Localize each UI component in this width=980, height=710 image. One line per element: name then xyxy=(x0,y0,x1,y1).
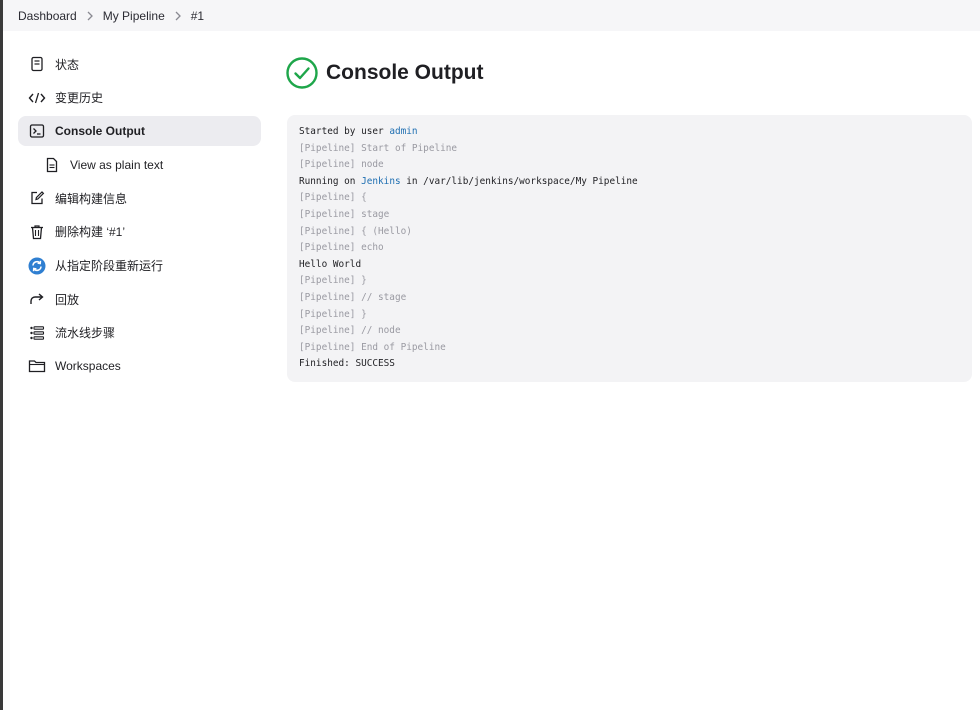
sidebar-item-label: 流水线步骤 xyxy=(55,326,116,341)
console-output: Started by user admin [Pipeline] Start of… xyxy=(287,115,972,382)
console-text: [Pipeline] echo xyxy=(299,242,384,254)
console-text: Running on xyxy=(299,175,362,187)
console-text: [Pipeline] node xyxy=(299,159,384,171)
success-check-icon xyxy=(286,57,318,89)
sidebar-item-console-output[interactable]: Console Output xyxy=(18,116,261,147)
console-text: in /var/lib/jenkins/workspace/My Pipelin… xyxy=(400,175,638,187)
console-text: Finished: SUCCESS xyxy=(299,358,395,370)
console-line: Running on Jenkins in /var/lib/jenkins/w… xyxy=(299,174,960,191)
console-line: Finished: SUCCESS xyxy=(299,356,960,373)
breadcrumb-dashboard[interactable]: Dashboard xyxy=(18,9,77,23)
console-line: [Pipeline] End of Pipeline xyxy=(299,340,960,357)
sidebar-item-status[interactable]: 状态 xyxy=(18,49,261,79)
sidebar-item-workspaces[interactable]: Workspaces xyxy=(18,351,261,381)
sidebar-item-view-plain-text[interactable]: View as plain text xyxy=(18,150,261,180)
console-line: [Pipeline] echo xyxy=(299,240,960,257)
console-line: Hello World xyxy=(299,257,960,274)
sidebar-item-changes[interactable]: 变更历史 xyxy=(18,83,261,113)
console-text: [Pipeline] } xyxy=(299,275,367,287)
sidebar-item-label: 变更历史 xyxy=(55,91,104,106)
sidebar-item-delete-build[interactable]: 删除构建 ‘#1’ xyxy=(18,217,261,247)
sidebar-item-label: View as plain text xyxy=(70,157,164,172)
chevron-right-icon xyxy=(83,9,97,23)
breadcrumb-my-pipeline[interactable]: My Pipeline xyxy=(103,9,165,23)
console-text: Started by user xyxy=(299,126,390,137)
console-line: [Pipeline] } xyxy=(299,307,960,324)
sidebar-item-label: 编辑构建信息 xyxy=(55,191,128,206)
chevron-right-icon xyxy=(171,9,185,23)
sidebar-item-label: 回放 xyxy=(55,292,80,307)
console-text: [Pipeline] End of Pipeline xyxy=(299,341,446,353)
console-text: [Pipeline] // stage xyxy=(299,291,407,303)
console-text: [Pipeline] { xyxy=(299,192,367,204)
sidebar-item-replay[interactable]: 回放 xyxy=(18,284,261,314)
console-line: [Pipeline] Start of Pipeline xyxy=(299,141,960,158)
folder-icon xyxy=(28,357,46,375)
console-line: [Pipeline] { (Hello) xyxy=(299,224,960,241)
replay-icon xyxy=(28,290,46,308)
sidebar-item-label: Workspaces xyxy=(55,359,121,374)
console-line: [Pipeline] { xyxy=(299,190,960,207)
breadcrumb: Dashboard My Pipeline #1 xyxy=(3,0,980,31)
console-text: [Pipeline] // node xyxy=(299,325,401,337)
sidebar: 状态 变更历史 Console Output View as plain tex… xyxy=(18,49,261,385)
page-title: Console Output xyxy=(326,61,484,84)
console-text: [Pipeline] { (Hello) xyxy=(299,225,412,237)
sidebar-item-edit-build-info[interactable]: 编辑构建信息 xyxy=(18,183,261,213)
console-link[interactable]: Jenkins xyxy=(361,176,401,187)
console-line: [Pipeline] // node xyxy=(299,323,960,340)
console-line: [Pipeline] } xyxy=(299,273,960,290)
sidebar-item-pipeline-steps[interactable]: 流水线步骤 xyxy=(18,318,261,348)
console-text: [Pipeline] Start of Pipeline xyxy=(299,142,458,154)
document-icon xyxy=(28,55,46,73)
sidebar-item-label: 状态 xyxy=(55,57,80,72)
edit-icon xyxy=(28,189,46,207)
console-text: [Pipeline] stage xyxy=(299,208,390,220)
code-icon xyxy=(28,89,46,107)
console-link[interactable]: admin xyxy=(389,126,417,137)
console-line: [Pipeline] node xyxy=(299,157,960,174)
page-heading: Console Output xyxy=(286,57,483,89)
sidebar-item-label: 删除构建 ‘#1’ xyxy=(55,225,126,240)
console-line: Started by user admin xyxy=(299,124,960,141)
page: Dashboard My Pipeline #1 状态 变更历史 Console… xyxy=(0,0,980,710)
console-line: [Pipeline] stage xyxy=(299,207,960,224)
file-text-icon xyxy=(43,156,61,174)
list-icon xyxy=(28,324,46,342)
sidebar-item-label: 从指定阶段重新运行 xyxy=(55,259,164,274)
sidebar-item-label: Console Output xyxy=(55,124,145,139)
console-text: Hello World xyxy=(299,258,362,270)
sidebar-item-restart-from-stage[interactable]: 从指定阶段重新运行 xyxy=(18,251,261,281)
breadcrumb-build-1[interactable]: #1 xyxy=(191,9,204,23)
terminal-icon xyxy=(28,122,46,140)
console-text: [Pipeline] } xyxy=(299,308,367,320)
console-line: [Pipeline] // stage xyxy=(299,290,960,307)
trash-icon xyxy=(28,223,46,241)
restart-icon xyxy=(28,257,46,275)
